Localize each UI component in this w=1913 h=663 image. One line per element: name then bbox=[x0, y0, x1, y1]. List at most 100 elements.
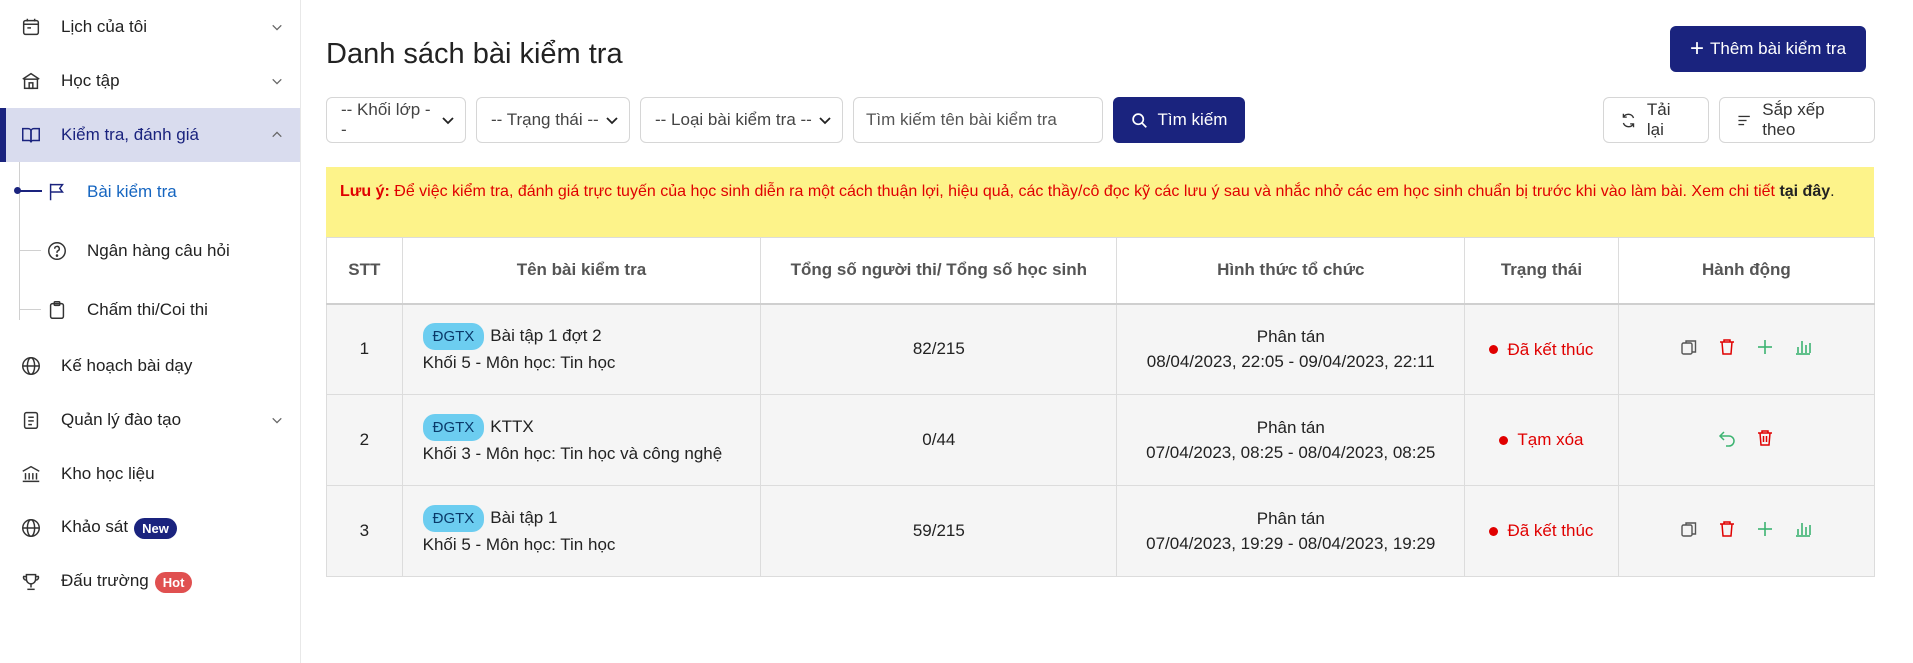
reload-button[interactable]: Tải lại bbox=[1603, 97, 1709, 143]
cell-count: 82/215 bbox=[760, 303, 1118, 395]
cell-status: Đã kết thúc bbox=[1464, 303, 1619, 395]
page-title: Danh sách bài kiểm tra bbox=[326, 38, 623, 70]
chevron-down-icon bbox=[270, 74, 284, 88]
sidebar-item-survey[interactable]: Khảo sát New bbox=[0, 501, 300, 555]
type-tag: ĐGTX bbox=[422, 505, 485, 532]
col-header-status: Trạng thái bbox=[1464, 237, 1619, 305]
copy-icon[interactable] bbox=[1680, 520, 1698, 538]
add-test-button[interactable]: + Thêm bài kiểm tra bbox=[1670, 26, 1866, 72]
cell-stt: 1 bbox=[326, 303, 403, 395]
trash-icon[interactable] bbox=[1756, 429, 1774, 447]
status-select-value: -- Trạng thái -- bbox=[491, 110, 599, 129]
sidebar-subitem-tests[interactable]: Bài kiểm tra bbox=[0, 162, 300, 221]
trash-icon[interactable] bbox=[1718, 520, 1736, 538]
table-row: 1 ĐGTX Bài tập 1 đợt 2 Khối 5 - Môn học: … bbox=[326, 303, 1876, 395]
sidebar-item-study[interactable]: Học tập bbox=[0, 54, 300, 108]
test-subject: Khối 3 - Môn học: Tin học và công nghệ bbox=[422, 444, 723, 463]
sort-lines-icon bbox=[1738, 115, 1750, 125]
toolbar-right: Tải lại Sắp xếp theo bbox=[1603, 97, 1875, 143]
table-row: 2 ĐGTX KTTX Khối 3 - Môn học: Tin học và … bbox=[326, 394, 1876, 486]
tests-table: STT Tên bài kiểm tra Tổng số người thi/ … bbox=[326, 237, 1876, 577]
cell-org: Phân tán 07/04/2023, 19:29 - 08/04/2023,… bbox=[1116, 485, 1466, 577]
notice-link[interactable]: tại đây bbox=[1779, 183, 1830, 200]
sidebar-item-label: Đấu trường bbox=[61, 571, 149, 591]
sort-button[interactable]: Sắp xếp theo bbox=[1719, 97, 1875, 143]
test-name[interactable]: Bài tập 1 đợt 2 bbox=[490, 326, 601, 345]
sidebar-item-lesson-plan[interactable]: Kế hoạch bài dạy bbox=[0, 339, 300, 393]
sidebar: Lịch của tôi Học tập Kiểm tra, đánh giá … bbox=[0, 0, 301, 663]
table-header-row: STT Tên bài kiểm tra Tổng số người thi/ … bbox=[326, 237, 1876, 305]
cell-actions bbox=[1617, 485, 1876, 577]
sidebar-subitem-label: Ngân hàng câu hỏi bbox=[87, 240, 230, 260]
search-icon bbox=[1131, 112, 1147, 128]
test-name[interactable]: Bài tập 1 bbox=[490, 508, 557, 527]
chevron-down-icon bbox=[270, 413, 284, 427]
test-name[interactable]: KTTX bbox=[490, 417, 533, 436]
status-text: Đã kết thúc bbox=[1507, 521, 1594, 541]
grade-select[interactable]: -- Khối lớp -- bbox=[326, 97, 466, 143]
status-dot bbox=[1499, 435, 1509, 445]
chevron-down-icon bbox=[605, 113, 619, 127]
type-select[interactable]: -- Loại bài kiểm tra -- bbox=[640, 97, 843, 143]
globe-icon bbox=[19, 354, 43, 378]
bar-chart-icon[interactable] bbox=[1794, 338, 1812, 356]
reload-label: Tải lại bbox=[1646, 100, 1671, 139]
notice-banner: Lưu ý: Để việc kiểm tra, đánh giá trực t… bbox=[326, 167, 1874, 237]
cell-status: Tạm xóa bbox=[1464, 394, 1619, 486]
sidebar-subitem-question-bank[interactable]: Ngân hàng câu hỏi bbox=[0, 221, 300, 280]
cell-stt: 2 bbox=[326, 394, 403, 486]
notice-end: . bbox=[1830, 183, 1835, 200]
type-tag: ĐGTX bbox=[422, 414, 485, 441]
status-select[interactable]: -- Trạng thái -- bbox=[476, 97, 630, 143]
sidebar-item-label: Kiểm tra, đánh giá bbox=[61, 125, 199, 144]
sidebar-subitem-grading[interactable]: Chấm thi/Coi thi bbox=[0, 280, 300, 339]
org-time: 08/04/2023, 22:05 - 09/04/2023, 22:11 bbox=[1146, 352, 1435, 372]
new-badge: New bbox=[134, 517, 177, 539]
restore-icon[interactable] bbox=[1718, 429, 1736, 447]
filter-bar: -- Khối lớp -- -- Trạng thái -- -- Loại … bbox=[326, 97, 1245, 143]
chevron-down-icon bbox=[441, 113, 455, 127]
sidebar-subitem-label: Bài kiểm tra bbox=[87, 181, 177, 201]
library-icon bbox=[19, 462, 43, 486]
sidebar-item-arena[interactable]: Đấu trường Hot bbox=[0, 555, 300, 609]
hot-badge: Hot bbox=[154, 571, 193, 593]
sidebar-item-assessment[interactable]: Kiểm tra, đánh giá bbox=[0, 108, 300, 162]
search-input[interactable] bbox=[853, 97, 1103, 143]
plus-icon[interactable] bbox=[1756, 520, 1774, 538]
col-header-actions: Hành động bbox=[1617, 237, 1876, 305]
grade-select-value: -- Khối lớp -- bbox=[341, 100, 431, 139]
org-type: Phân tán bbox=[1256, 418, 1325, 437]
notice-lead: Lưu ý: bbox=[340, 183, 390, 200]
sidebar-item-label: Kho học liệu bbox=[61, 464, 155, 483]
cell-status: Đã kết thúc bbox=[1464, 485, 1619, 577]
sidebar-item-label: Khảo sát bbox=[61, 517, 129, 537]
cell-actions bbox=[1617, 394, 1876, 486]
sidebar-item-training[interactable]: Quản lý đào tạo bbox=[0, 393, 300, 447]
clipboard-icon bbox=[45, 298, 69, 322]
copy-icon[interactable] bbox=[1680, 338, 1698, 356]
table-row: 3 ĐGTX Bài tập 1 Khối 5 - Môn học: Tin họ… bbox=[326, 485, 1876, 577]
trash-icon[interactable] bbox=[1718, 338, 1736, 356]
status-dot bbox=[1489, 526, 1499, 536]
search-button[interactable]: Tìm kiếm bbox=[1113, 97, 1245, 143]
cell-stt: 3 bbox=[326, 485, 403, 577]
status-text: Tạm xóa bbox=[1517, 430, 1584, 450]
cell-name: ĐGTX Bài tập 1 Khối 5 - Môn học: Tin học bbox=[401, 485, 762, 577]
cell-name: ĐGTX KTTX Khối 3 - Môn học: Tin học và cô… bbox=[401, 394, 762, 486]
add-test-label: Thêm bài kiểm tra bbox=[1709, 39, 1847, 58]
org-type: Phân tán bbox=[1256, 327, 1325, 347]
plus-icon[interactable] bbox=[1756, 338, 1774, 356]
clipboard-list-icon bbox=[19, 408, 43, 432]
status-dot bbox=[1489, 345, 1499, 354]
sidebar-item-library[interactable]: Kho học liệu bbox=[0, 447, 300, 501]
bar-chart-icon[interactable] bbox=[1794, 520, 1812, 538]
notice-text: Để việc kiểm tra, đánh giá trực tuyến củ… bbox=[389, 183, 1780, 200]
sidebar-item-label: Kế hoạch bài dạy bbox=[61, 356, 193, 375]
sort-label: Sắp xếp theo bbox=[1762, 100, 1825, 139]
org-type: Phân tán bbox=[1256, 509, 1325, 528]
sidebar-subitem-label: Chấm thi/Coi thi bbox=[87, 299, 208, 319]
org-time: 07/04/2023, 19:29 - 08/04/2023, 19:29 bbox=[1146, 534, 1436, 553]
col-header-stt: STT bbox=[326, 237, 403, 305]
sidebar-item-calendar[interactable]: Lịch của tôi bbox=[0, 0, 300, 54]
cell-name: ĐGTX Bài tập 1 đợt 2 Khối 5 - Môn học: Ti… bbox=[401, 303, 762, 395]
